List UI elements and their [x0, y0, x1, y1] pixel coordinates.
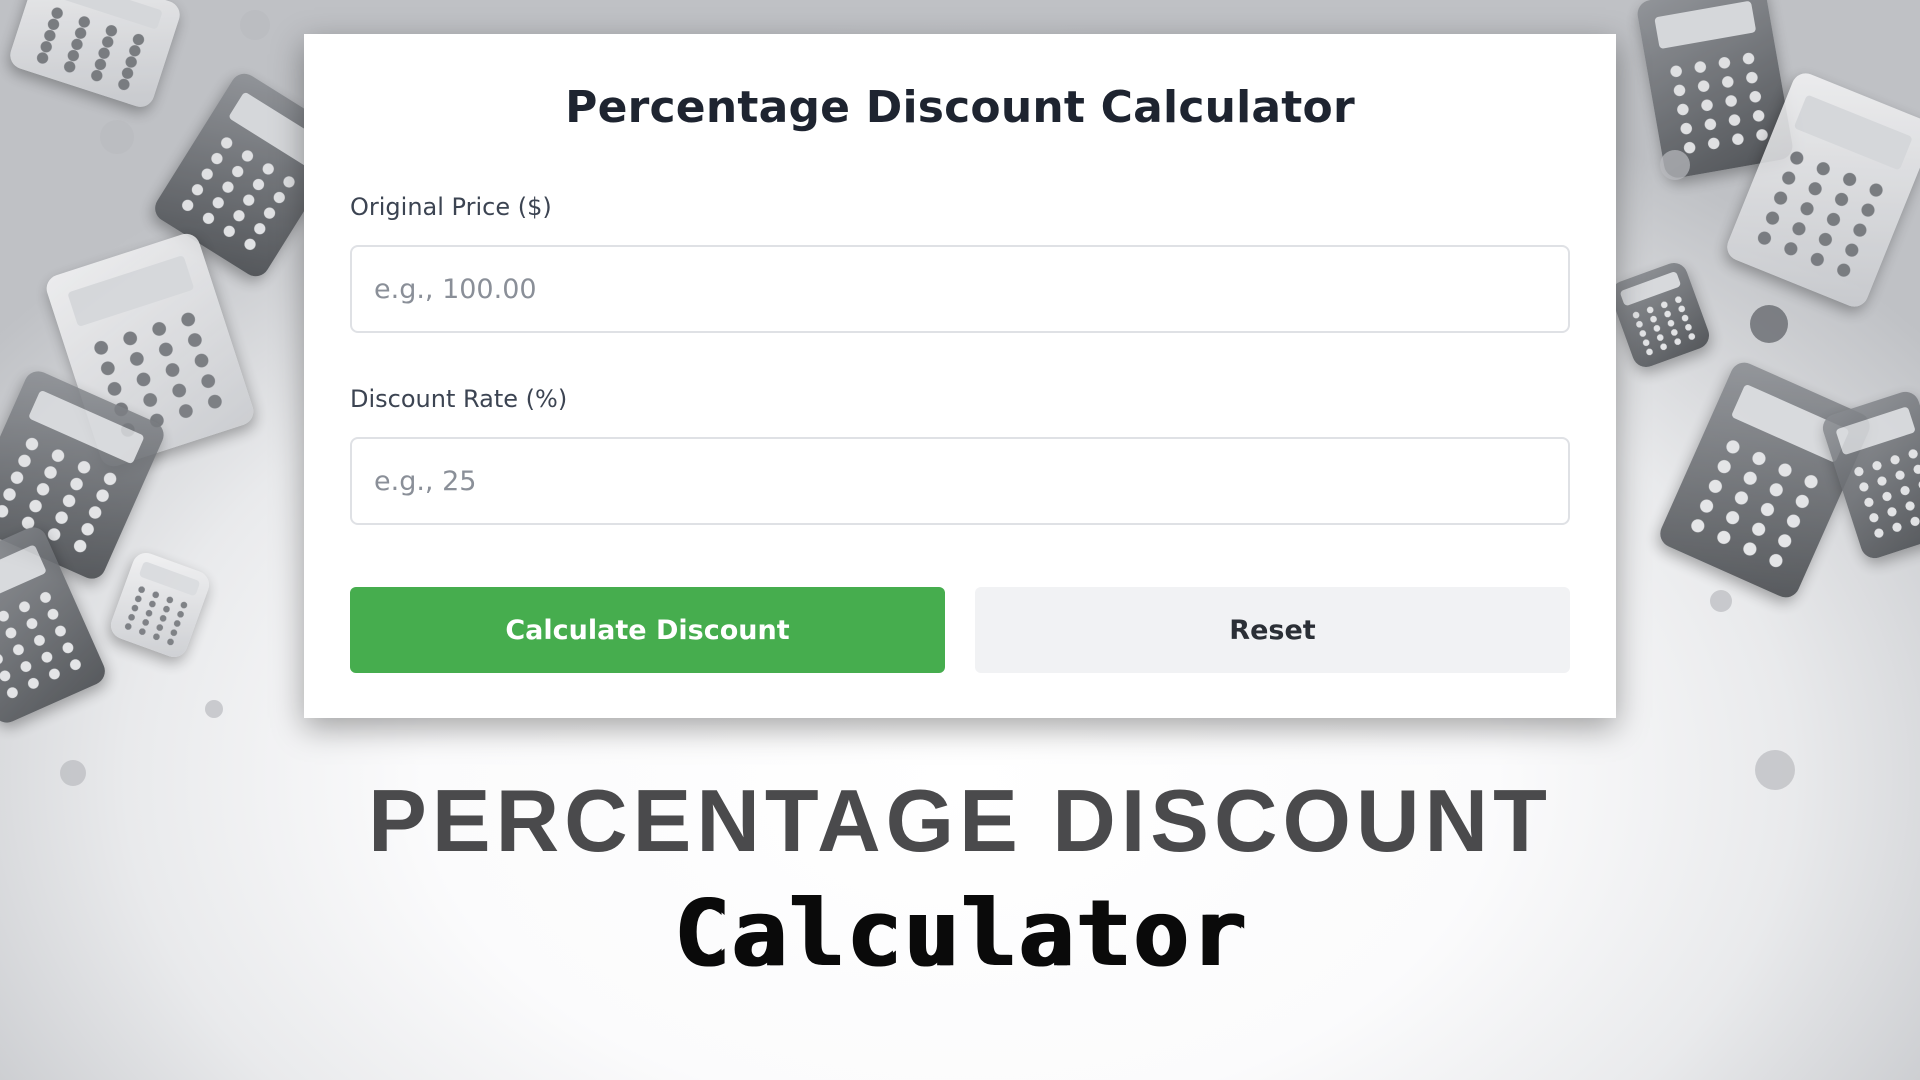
- discount-rate-input[interactable]: [350, 437, 1570, 525]
- calculator-card: Percentage Discount Calculator Original …: [304, 34, 1616, 718]
- reset-button[interactable]: Reset: [975, 587, 1570, 673]
- button-row: Calculate Discount Reset: [350, 587, 1570, 673]
- banner-subheadline: Calculator: [673, 880, 1247, 987]
- card-title: Percentage Discount Calculator: [565, 82, 1355, 133]
- banner-headline: PERCENTAGE DISCOUNT: [368, 771, 1552, 870]
- discount-rate-label: Discount Rate (%): [350, 385, 568, 413]
- original-price-label: Original Price ($): [350, 193, 552, 221]
- calculate-discount-button[interactable]: Calculate Discount: [350, 587, 945, 673]
- original-price-input[interactable]: [350, 245, 1570, 333]
